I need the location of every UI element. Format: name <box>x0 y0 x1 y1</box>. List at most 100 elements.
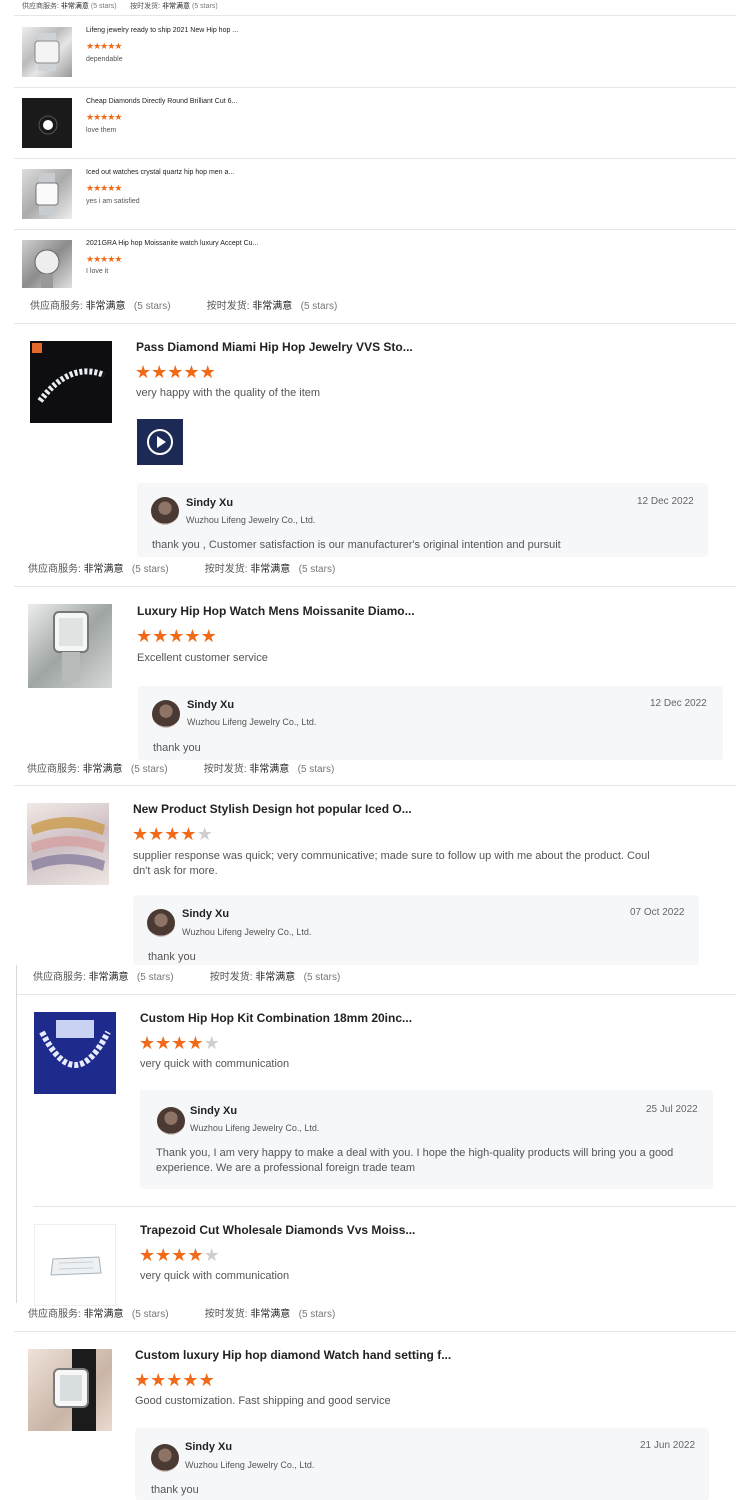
supplier-reply: Sindy Xu Wuzhou Lifeng Jewelry Co., Ltd.… <box>133 895 699 965</box>
divider <box>33 1206 736 1207</box>
divider <box>14 323 736 324</box>
reply-author-name: Sindy Xu <box>187 699 235 711</box>
product-title[interactable]: Luxury Hip Hop Watch Mens Moissanite Dia… <box>137 604 415 618</box>
avatar <box>147 909 175 937</box>
avatar <box>151 497 179 525</box>
product-thumbnail[interactable] <box>22 98 72 148</box>
star-icon: ★ <box>166 1370 183 1390</box>
product-title[interactable]: Lifeng jewelry ready to ship 2021 New Hi… <box>86 27 238 34</box>
product-title[interactable]: Pass Diamond Miami Hip Hop Jewelry VVS S… <box>136 340 413 354</box>
ratings-row-top: 供应商服务: 非常满意 (5 stars) 按时发货: 非常满意 (5 star… <box>22 3 218 10</box>
reply-text: Thank you, I am very happy to make a dea… <box>156 1147 674 1174</box>
star-icon: ★ <box>182 1370 199 1390</box>
review-comment: dependable <box>86 56 123 63</box>
star-icon: ★ <box>107 41 115 51</box>
watch-image-icon <box>53 1349 96 1431</box>
review-comment: love them <box>86 127 117 134</box>
star-icon: ★ <box>86 41 94 51</box>
reply-date: 25 Jul 2022 <box>646 1104 698 1115</box>
ratings-row: 供应商服务: 非常满意 (5 stars) 按时发货: 非常满意 (5 star… <box>28 1309 336 1320</box>
star-icon: ★ <box>168 626 185 646</box>
reply-company: Wuzhou Lifeng Jewelry Co., Ltd. <box>186 515 316 525</box>
product-thumbnail[interactable] <box>22 27 72 77</box>
review-comment: I love it <box>86 268 109 275</box>
product-thumbnail[interactable] <box>28 604 112 688</box>
ratings-row: 供应商服务: 非常满意 (5 stars) 按时发货: 非常满意 (5 star… <box>27 764 335 775</box>
star-icon: ★ <box>155 1033 172 1053</box>
product-thumbnail[interactable] <box>22 169 72 219</box>
star-icon: ★ <box>93 183 101 193</box>
star-icon: ★ <box>167 362 184 382</box>
divider <box>14 15 736 16</box>
divider <box>14 1331 736 1332</box>
review-video-thumbnail[interactable] <box>137 419 183 465</box>
star-icon: ★ <box>164 824 181 844</box>
product-thumbnail[interactable] <box>30 341 112 423</box>
star-icon: ★ <box>100 112 108 122</box>
reply-company: Wuzhou Lifeng Jewelry Co., Ltd. <box>187 717 317 727</box>
star-icon: ★ <box>132 824 149 844</box>
supplier-reply: Sindy Xu Wuzhou Lifeng Jewelry Co., Ltd.… <box>135 1428 709 1500</box>
star-icon: ★ <box>93 112 101 122</box>
reply-author-name: Sindy Xu <box>182 908 230 920</box>
product-title[interactable]: New Product Stylish Design hot popular I… <box>133 802 412 816</box>
star-rating: ★★★★★ <box>86 41 122 52</box>
product-thumbnail[interactable] <box>28 1349 112 1431</box>
star-icon: ★ <box>107 112 115 122</box>
star-rating: ★★★★★ <box>86 183 122 194</box>
star-icon: ★ <box>150 1370 167 1390</box>
star-rating: ★★★★★ <box>136 626 217 647</box>
star-icon: ★ <box>155 1245 172 1265</box>
star-icon: ★ <box>100 41 108 51</box>
star-empty-icon: ★ <box>196 824 213 844</box>
product-title[interactable]: Trapezoid Cut Wholesale Diamonds Vvs Moi… <box>140 1223 415 1237</box>
reply-author-name: Sindy Xu <box>185 1441 233 1453</box>
product-thumbnail[interactable] <box>22 240 72 288</box>
product-thumbnail[interactable] <box>34 1224 116 1306</box>
diamond-image-icon <box>50 1256 102 1276</box>
star-icon: ★ <box>136 626 153 646</box>
reply-text: thank you <box>153 742 201 754</box>
star-icon: ★ <box>171 1245 188 1265</box>
star-icon: ★ <box>114 183 122 193</box>
star-icon: ★ <box>107 254 115 264</box>
avatar <box>152 700 180 728</box>
supplier-reply: Sindy Xu Wuzhou Lifeng Jewelry Co., Ltd.… <box>137 483 708 557</box>
product-title[interactable]: Iced out watches crystal quartz hip hop … <box>86 169 234 176</box>
ratings-row: 供应商服务: 非常满意 (5 stars) 按时发货: 非常满意 (5 star… <box>33 972 341 983</box>
star-icon: ★ <box>107 183 115 193</box>
star-icon: ★ <box>139 1033 156 1053</box>
reply-author-name: Sindy Xu <box>186 497 234 509</box>
divider <box>17 994 736 995</box>
review-comment: supplier response was quick; very commun… <box>133 850 650 877</box>
star-icon: ★ <box>151 362 168 382</box>
divider <box>16 965 17 1303</box>
star-icon: ★ <box>139 1245 156 1265</box>
chain-image-icon <box>32 343 106 403</box>
reply-company: Wuzhou Lifeng Jewelry Co., Ltd. <box>185 1460 315 1470</box>
star-empty-icon: ★ <box>203 1033 220 1053</box>
star-rating: ★★★★★ <box>139 1245 220 1266</box>
pendant-image-icon <box>39 1020 111 1068</box>
star-icon: ★ <box>86 112 94 122</box>
ratings-row: 供应商服务: 非常满意 (5 stars) 按时发货: 非常满意 (5 star… <box>30 301 338 312</box>
product-title[interactable]: Cheap Diamonds Directly Round Brilliant … <box>86 98 237 105</box>
product-thumbnail[interactable] <box>27 803 109 885</box>
review-comment: very happy with the quality of the item <box>136 387 321 399</box>
star-icon: ★ <box>180 824 197 844</box>
supplier-reply: Sindy Xu Wuzhou Lifeng Jewelry Co., Ltd.… <box>138 686 723 760</box>
star-icon: ★ <box>114 41 122 51</box>
star-icon: ★ <box>198 1370 215 1390</box>
watch-image-icon <box>34 249 60 288</box>
star-icon: ★ <box>199 362 216 382</box>
watch-image-icon <box>35 173 59 215</box>
watch-image-icon <box>34 33 60 71</box>
star-icon: ★ <box>93 41 101 51</box>
divider <box>14 586 736 587</box>
star-icon: ★ <box>114 112 122 122</box>
product-title[interactable]: Custom Hip Hop Kit Combination 18mm 20in… <box>140 1011 412 1025</box>
product-title[interactable]: Custom luxury Hip hop diamond Watch hand… <box>135 1348 451 1362</box>
review-comment: Excellent customer service <box>137 652 268 664</box>
product-thumbnail[interactable] <box>34 1012 116 1094</box>
product-title[interactable]: 2021GRA Hip hop Moissanite watch luxury … <box>86 240 258 247</box>
